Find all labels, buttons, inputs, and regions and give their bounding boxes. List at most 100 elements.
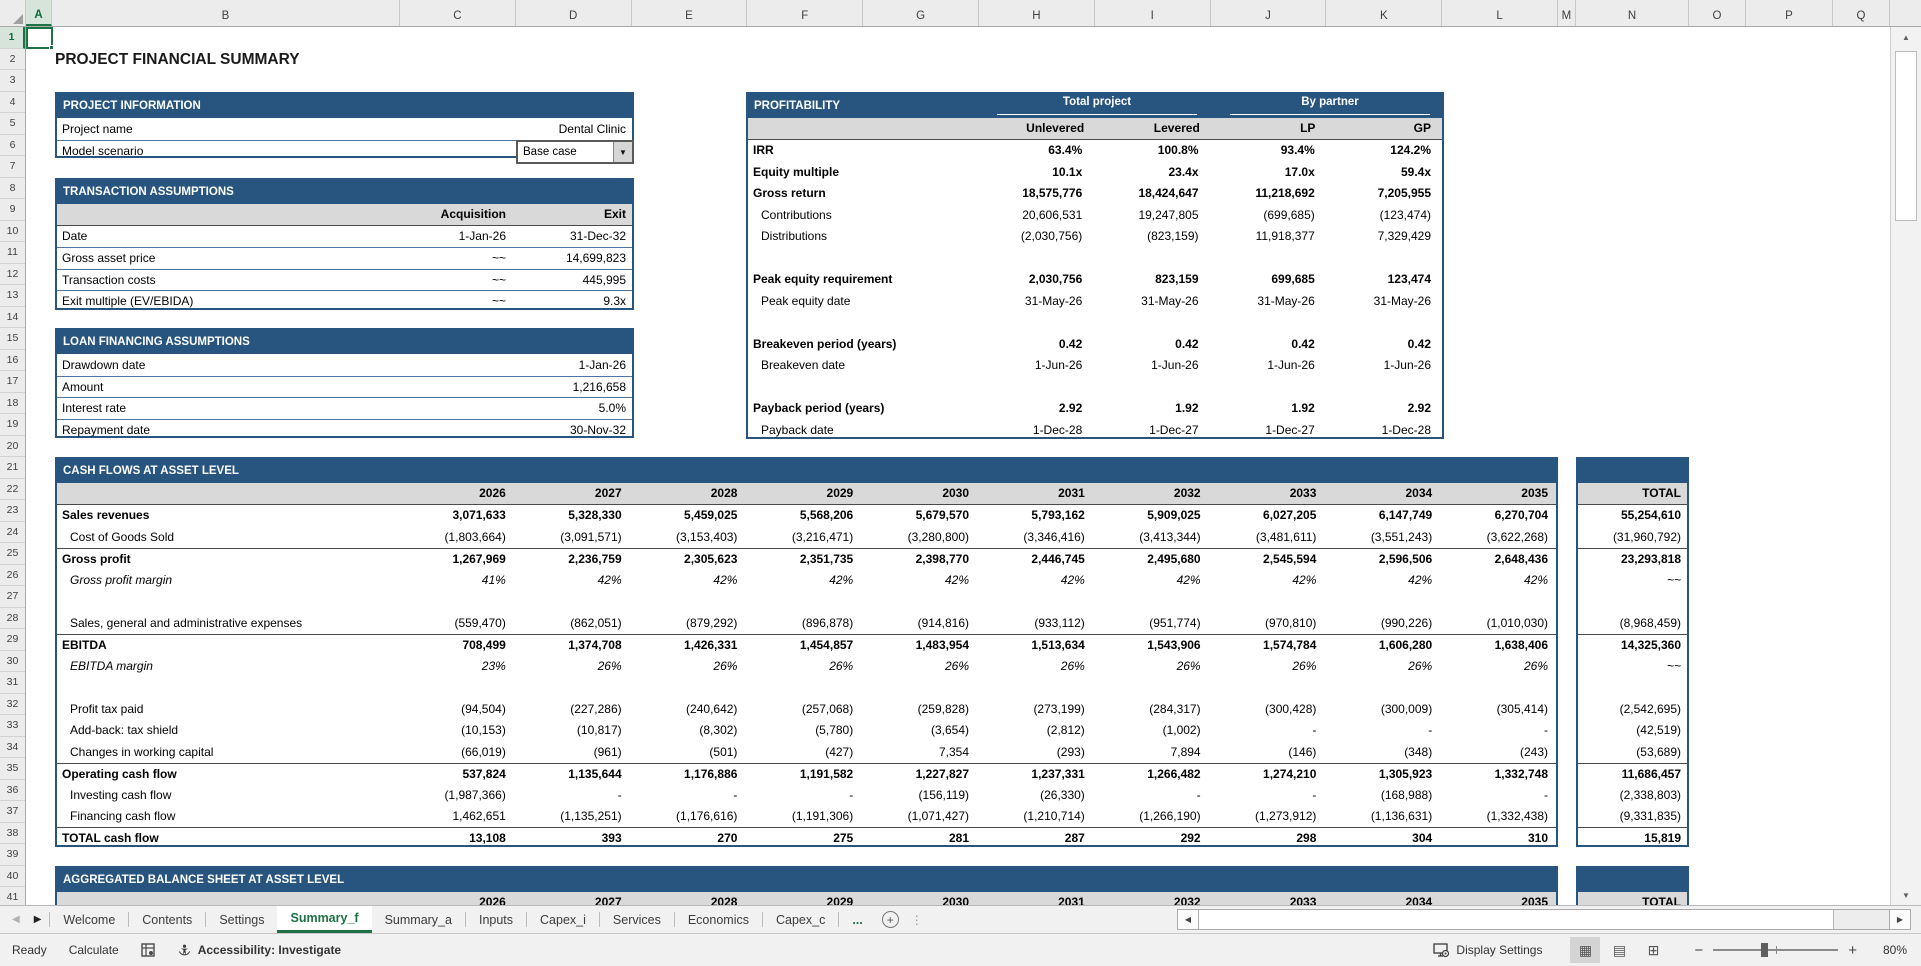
cell-value[interactable]: 41%: [398, 573, 514, 587]
row-header-31[interactable]: 31: [0, 672, 25, 694]
cell-value[interactable]: 304: [1324, 831, 1440, 845]
cell-label[interactable]: Profit tax paid: [57, 702, 398, 716]
tab-summarya[interactable]: Summary_a: [372, 906, 465, 933]
cell-value[interactable]: 7,354: [861, 745, 977, 759]
cell-label[interactable]: Repayment date: [57, 423, 392, 437]
cell-value[interactable]: 0.42: [977, 337, 1093, 351]
vertical-scrollbar[interactable]: ▲ ▼: [1890, 27, 1921, 905]
cell-value[interactable]: 17.0x: [1210, 165, 1326, 179]
cell-value[interactable]: 1-Jun-26: [1093, 358, 1209, 372]
cell-value[interactable]: 823,159: [1093, 272, 1209, 286]
cell-label[interactable]: Exit multiple (EV/EBIDA): [57, 294, 398, 308]
cell-label[interactable]: IRR: [748, 143, 977, 157]
cell-value[interactable]: (501): [630, 745, 746, 759]
horizontal-scroll-track[interactable]: [1199, 909, 1889, 930]
cell-label[interactable]: Cost of Goods Sold: [57, 530, 398, 544]
row-header-20[interactable]: 20: [0, 436, 25, 458]
cell-value[interactable]: (26,330): [977, 788, 1093, 802]
row-header-1[interactable]: 1: [0, 27, 25, 49]
selected-cell-a1[interactable]: [26, 27, 53, 49]
cell-value[interactable]: 2,236,759: [514, 552, 630, 566]
cell-value[interactable]: 7,894: [1093, 745, 1209, 759]
scroll-down-button[interactable]: ▼: [1891, 885, 1921, 905]
cell-value[interactable]: (933,112): [977, 616, 1093, 630]
row-header-32[interactable]: 32: [0, 694, 25, 716]
cell-value[interactable]: 26%: [514, 659, 630, 673]
cell-value[interactable]: 42%: [1209, 573, 1325, 587]
cell-value[interactable]: 30-Nov-32: [392, 423, 632, 437]
cell-value[interactable]: 270: [630, 831, 746, 845]
cell-exit[interactable]: 31-Dec-32: [512, 229, 632, 243]
cell-value[interactable]: 2,305,623: [630, 552, 746, 566]
tab-welcome[interactable]: Welcome: [50, 906, 128, 933]
scenario-dropdown-value[interactable]: Base case: [518, 142, 613, 162]
cell-value[interactable]: (257,068): [745, 702, 861, 716]
cell-value[interactable]: (2,812): [977, 723, 1093, 737]
col-header-Q[interactable]: Q: [1833, 0, 1890, 26]
cell-value[interactable]: 5,679,570: [861, 508, 977, 522]
cell-label[interactable]: Gross asset price: [57, 251, 398, 265]
cell-value[interactable]: (1,010,030): [1440, 616, 1556, 630]
col-header-year[interactable]: 2030: [861, 895, 977, 905]
zoom-slider-handle[interactable]: [1761, 943, 1768, 957]
row-header-6[interactable]: 6: [0, 135, 25, 157]
cell-value[interactable]: -: [1440, 788, 1556, 802]
cell-value[interactable]: 5,459,025: [630, 508, 746, 522]
col-header-year[interactable]: 2033: [1209, 895, 1325, 905]
row-header-29[interactable]: 29: [0, 629, 25, 651]
row-header-5[interactable]: 5: [0, 113, 25, 135]
cell-value[interactable]: (5,780): [745, 723, 861, 737]
col-header-B[interactable]: B: [52, 0, 400, 26]
cell-total[interactable]: 23,293,818: [1578, 552, 1687, 566]
cell-label[interactable]: Distributions: [748, 229, 977, 243]
cell-value[interactable]: 5,328,330: [514, 508, 630, 522]
cell-acquisition[interactable]: ~~: [398, 294, 512, 308]
row-header-41[interactable]: 41: [0, 887, 25, 905]
cell-value[interactable]: (146): [1209, 745, 1325, 759]
balance-sheet-total-label[interactable]: TOTAL: [1578, 895, 1687, 905]
cell-value[interactable]: 7,205,955: [1326, 186, 1442, 200]
cell-value[interactable]: (3,654): [861, 723, 977, 737]
macro-record-icon[interactable]: [141, 943, 155, 957]
cell-value[interactable]: 31-May-26: [1210, 294, 1326, 308]
col-header-I[interactable]: I: [1095, 0, 1211, 26]
col-header-year[interactable]: 2026: [398, 486, 514, 500]
cell-label[interactable]: Gross profit: [57, 552, 398, 566]
row-header-11[interactable]: 11: [0, 242, 25, 264]
cell-value[interactable]: 2,648,436: [1440, 552, 1556, 566]
cell-value[interactable]: (10,153): [398, 723, 514, 737]
cell-value[interactable]: 1,332,748: [1440, 767, 1556, 781]
cell-value[interactable]: 42%: [630, 573, 746, 587]
cell-value[interactable]: 1-Jun-26: [977, 358, 1093, 372]
col-header-O[interactable]: O: [1689, 0, 1746, 26]
cell-value[interactable]: 1,483,954: [861, 638, 977, 652]
row-header-2[interactable]: 2: [0, 49, 25, 71]
cell-label[interactable]: Investing cash flow: [57, 788, 398, 802]
cell-value[interactable]: 2,446,745: [977, 552, 1093, 566]
cell-value[interactable]: (168,988): [1324, 788, 1440, 802]
select-all-corner[interactable]: [0, 0, 26, 26]
col-header-H[interactable]: H: [979, 0, 1095, 26]
cell-value[interactable]: (66,019): [398, 745, 514, 759]
col-header-year[interactable]: 2028: [630, 895, 746, 905]
row-header-24[interactable]: 24: [0, 522, 25, 544]
zoom-level[interactable]: 80%: [1873, 943, 1907, 957]
view-normal-button[interactable]: ▦: [1570, 937, 1600, 963]
cell-value[interactable]: 281: [861, 831, 977, 845]
cell-value[interactable]: 699,685: [1210, 272, 1326, 286]
cell-value[interactable]: 1,135,644: [514, 767, 630, 781]
cell-label[interactable]: Financing cash flow: [57, 809, 398, 823]
col-header-year[interactable]: 2032: [1093, 486, 1209, 500]
cell-value[interactable]: 13,108: [398, 831, 514, 845]
col-header-M[interactable]: M: [1558, 0, 1576, 26]
row-header-34[interactable]: 34: [0, 737, 25, 759]
cell-value[interactable]: 1.92: [1210, 401, 1326, 415]
cell-value[interactable]: 26%: [861, 659, 977, 673]
tab-[interactable]: ...: [839, 906, 875, 933]
row-header-25[interactable]: 25: [0, 543, 25, 565]
cell-label[interactable]: Sales, general and administrative expens…: [57, 616, 398, 630]
cell-value[interactable]: (699,685): [1210, 208, 1326, 222]
cell-value[interactable]: 1,374,708: [514, 638, 630, 652]
row-header-36[interactable]: 36: [0, 780, 25, 802]
cell-value[interactable]: 1,426,331: [630, 638, 746, 652]
